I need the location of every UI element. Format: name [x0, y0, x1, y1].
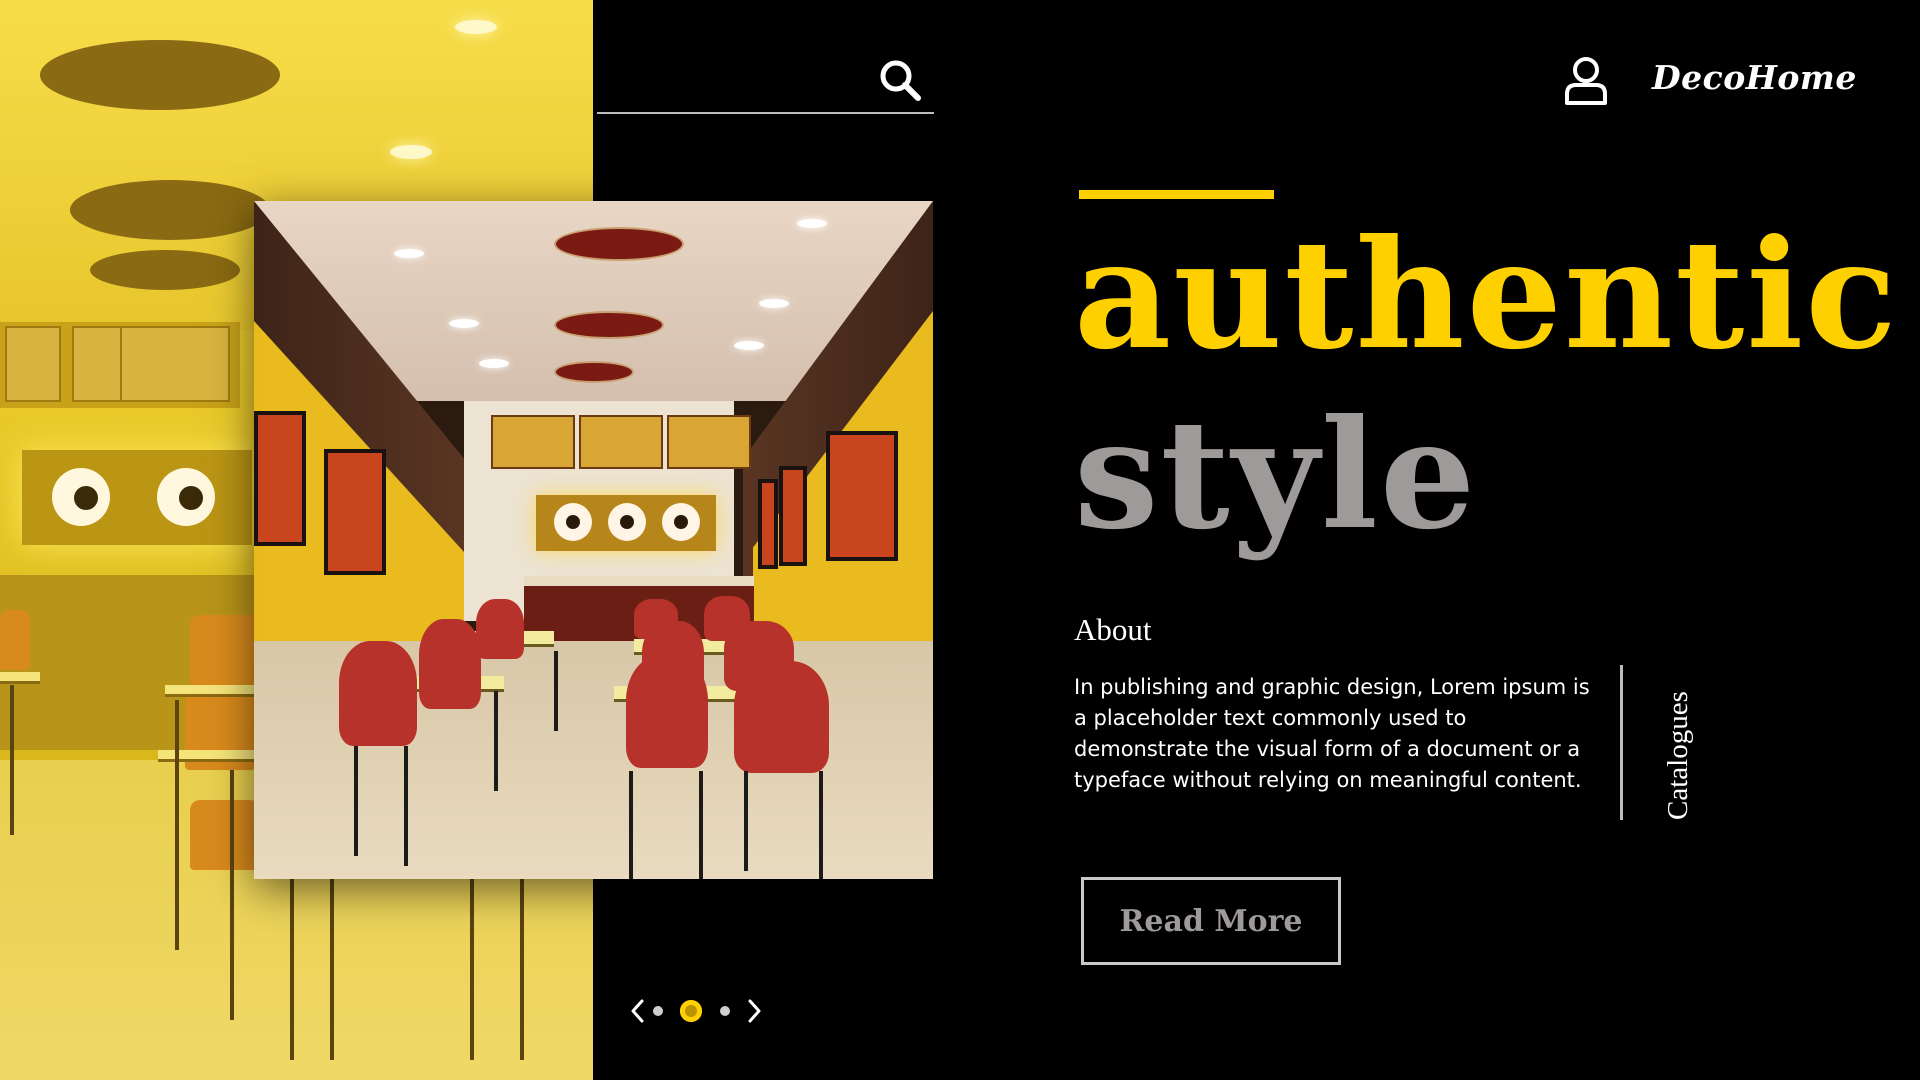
pager-dot-2-active[interactable]: [680, 1000, 702, 1022]
slider-pager: [628, 995, 768, 1027]
featured-interior-photo: [254, 201, 933, 879]
headline-primary: authentic: [1074, 207, 1899, 383]
read-more-button[interactable]: Read More: [1081, 877, 1341, 965]
user-icon[interactable]: [1564, 56, 1608, 106]
headline-secondary: style: [1074, 387, 1478, 563]
search-icon[interactable]: [878, 58, 922, 102]
chevron-left-icon[interactable]: [628, 995, 648, 1027]
about-heading: About: [1074, 612, 1152, 647]
catalogues-link[interactable]: Catalogues: [1629, 670, 1694, 820]
catalogues-divider: [1620, 665, 1623, 820]
pager-dot-3[interactable]: [720, 1006, 730, 1016]
accent-bar: [1079, 190, 1274, 199]
pager-dot-1[interactable]: [653, 1006, 663, 1016]
search-underline: [597, 112, 934, 114]
brand-logo[interactable]: DecoHome: [1652, 58, 1857, 97]
chevron-right-icon[interactable]: [744, 995, 764, 1027]
about-paragraph: In publishing and graphic design, Lorem …: [1074, 675, 1590, 792]
catalogues-label[interactable]: Catalogues: [1662, 691, 1695, 820]
